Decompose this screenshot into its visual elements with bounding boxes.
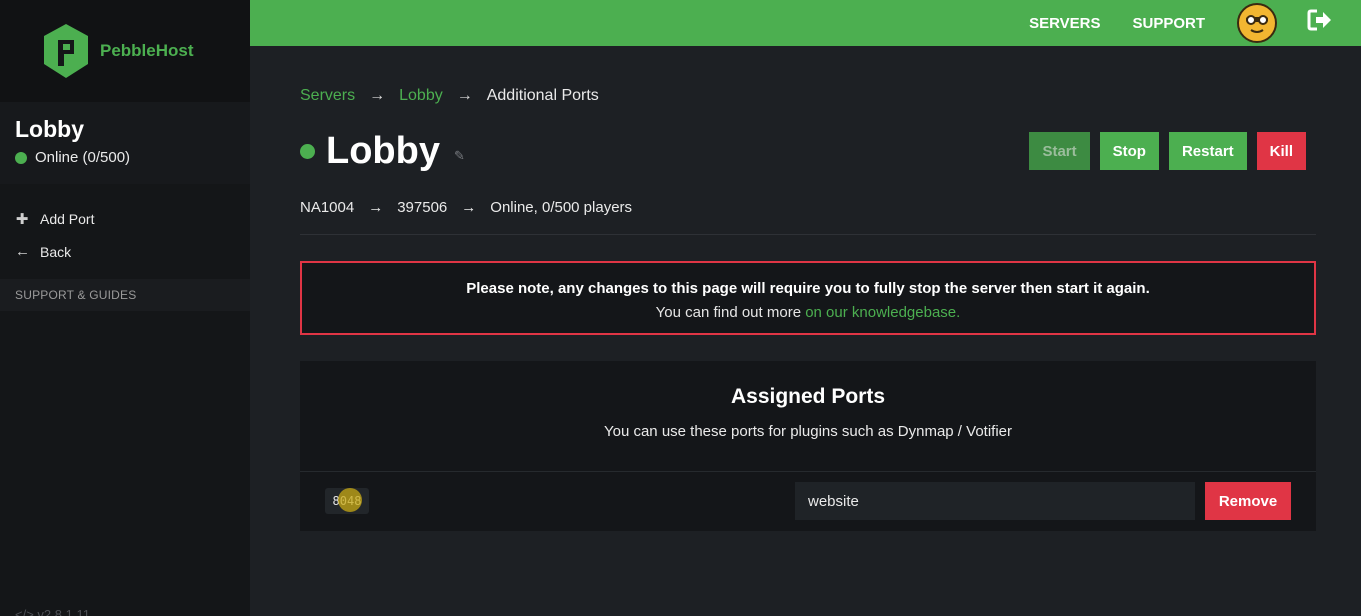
ports-header: Assigned Ports You can use these ports f… (300, 361, 1316, 472)
top-nav: SERVERS SUPPORT (1029, 0, 1361, 46)
sidebar-item-add-port[interactable]: ✚ Add Port (15, 202, 235, 235)
knowledgebase-link[interactable]: on our knowledgebase. (805, 304, 960, 321)
assigned-ports-card: Assigned Ports You can use these ports f… (300, 361, 1316, 531)
sidebar-item-label: Add Port (40, 210, 95, 227)
online-status-dot (15, 151, 27, 164)
stop-button[interactable]: Stop (1099, 132, 1159, 170)
server-id: 397506 (397, 199, 448, 216)
avatar[interactable] (1237, 3, 1277, 43)
restart-notice: Please note, any changes to this page wi… (300, 261, 1316, 335)
sidebar-links: ✚ Add Port ← Back (0, 184, 250, 276)
cursor-highlight (338, 488, 362, 512)
sidebar-section-support[interactable]: SUPPORT & GUIDES (0, 279, 250, 311)
node-name: NA1004 (300, 199, 355, 216)
version-label: </> v2.8.1.11 (15, 607, 90, 616)
meta-separator: → (461, 199, 477, 216)
title-row: Lobby ✎ Start Stop Restart Kill (300, 130, 1316, 190)
kill-button[interactable]: Kill (1256, 132, 1306, 170)
online-status-dot (300, 144, 315, 159)
main-content: Servers → Lobby → Additional Ports Lobby… (300, 46, 1316, 531)
version-text: v2.8.1.11 (37, 607, 90, 616)
notice-line2-prefix: You can find out more (655, 304, 806, 321)
sidebar-section-label: SUPPORT & GUIDES (15, 288, 137, 302)
sidebar-server-status: Online (0/500) (15, 149, 235, 166)
breadcrumb-lobby[interactable]: Lobby (399, 87, 443, 105)
notice-line1: Please note, any changes to this page wi… (466, 280, 1150, 297)
logout-icon[interactable] (1307, 9, 1333, 37)
notice-line2: You can find out more on our knowledgeba… (302, 301, 1314, 325)
top-navbar: SERVERS SUPPORT (250, 0, 1361, 46)
breadcrumb-separator: → (369, 87, 386, 104)
nav-support-link[interactable]: SUPPORT (1132, 15, 1205, 32)
ports-title: Assigned Ports (730, 385, 886, 408)
brand-name: PebbleHost (100, 41, 194, 60)
breadcrumb-separator: → (456, 87, 473, 104)
breadcrumb-servers[interactable]: Servers (300, 87, 355, 105)
arrow-left-icon: ← (15, 243, 30, 260)
sidebar-server-info: Lobby Online (0/500) (0, 102, 250, 184)
breadcrumb-current: Additional Ports (486, 87, 599, 104)
sidebar-item-label: Back (40, 243, 72, 260)
logo[interactable]: PebbleHost (0, 0, 250, 102)
sidebar-status-text: Online (0/500) (35, 149, 131, 166)
port-name-input[interactable] (795, 482, 1195, 520)
breadcrumb: Servers → Lobby → Additional Ports (300, 87, 1316, 105)
ports-subtitle: You can use these ports for plugins such… (603, 423, 1012, 440)
server-actions: Start Stop Restart Kill (1019, 132, 1306, 170)
server-meta: NA1004 → 397506 → Online, 0/500 players (300, 199, 1316, 216)
meta-separator: → (368, 199, 384, 216)
server-status-text: Online, 0/500 players (490, 199, 633, 216)
restart-button[interactable]: Restart (1168, 132, 1247, 170)
remove-port-button[interactable]: Remove (1205, 482, 1291, 520)
divider (300, 234, 1316, 235)
start-button[interactable]: Start (1029, 132, 1090, 170)
sidebar-server-name: Lobby (15, 116, 84, 142)
page-title-text: Lobby (326, 130, 440, 172)
sidebar: PebbleHost Lobby Online (0/500) ✚ Add Po… (0, 0, 250, 616)
avatar-face-icon (1241, 7, 1273, 39)
port-row: 8048 Remove (300, 472, 1316, 530)
sidebar-item-back[interactable]: ← Back (15, 235, 235, 268)
code-icon: </> (15, 607, 34, 616)
edit-icon[interactable]: ✎ (454, 148, 465, 164)
plus-icon: ✚ (15, 210, 29, 228)
nav-servers-link[interactable]: SERVERS (1029, 15, 1100, 32)
pebblehost-logo-icon (44, 24, 88, 78)
